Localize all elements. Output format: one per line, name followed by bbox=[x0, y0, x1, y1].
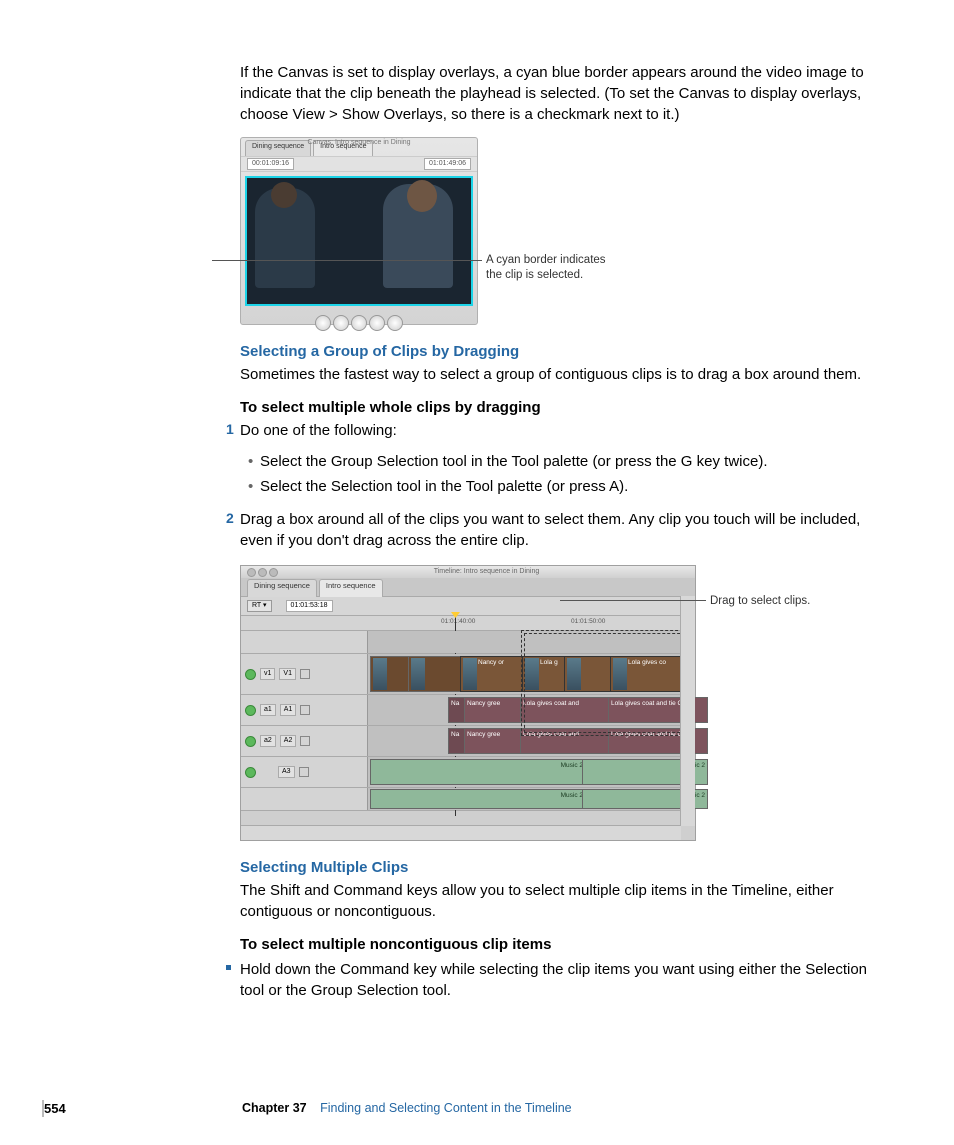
track-a2: a2A2 Na Nancy gree Lola gives coat and L… bbox=[241, 726, 695, 757]
timeline-tab-1: Dining sequence bbox=[247, 579, 317, 597]
chapter-title: Finding and Selecting Content in the Tim… bbox=[320, 1101, 572, 1115]
intro-paragraph: If the Canvas is set to display overlays… bbox=[240, 62, 894, 125]
track-v1: v1V1 Nancy or Lola g Lola gives co bbox=[241, 654, 695, 695]
timeline-tab-2: Intro sequence bbox=[319, 579, 383, 597]
canvas-callout: A cyan border indicatesthe clip is selec… bbox=[486, 253, 606, 283]
track-a1: a1A1 Na Nancy gree Lola gives coat and L… bbox=[241, 695, 695, 726]
step-number: 2 bbox=[226, 509, 234, 529]
page-footer: 554 Chapter 37 Finding and Selecting Con… bbox=[42, 1100, 894, 1118]
step-2: 2 Drag a box around all of the clips you… bbox=[240, 509, 894, 551]
timecode-left: 00:01:09:16 bbox=[247, 158, 294, 170]
heading-to-select-dragging: To select multiple whole clips by draggi… bbox=[240, 397, 894, 418]
heading-selecting-group: Selecting a Group of Clips by Dragging bbox=[240, 341, 894, 362]
step-number: 1 bbox=[226, 420, 234, 440]
canvas-screenshot: Canvas: Intro sequence in Dining Dining … bbox=[240, 137, 894, 323]
bullet-selection-tool: Select the Selection tool in the Tool pa… bbox=[260, 476, 894, 497]
heading-selecting-multiple: Selecting Multiple Clips bbox=[240, 857, 894, 878]
step-1: 1 Do one of the following: bbox=[240, 420, 894, 441]
timeline-screenshot: Timeline: Intro sequence in Dining Dinin… bbox=[240, 565, 894, 839]
canvas-title: Canvas: Intro sequence in Dining bbox=[241, 138, 477, 148]
chapter-number: Chapter 37 bbox=[242, 1101, 307, 1115]
track-a3: A3 Music 2 Music 2 bbox=[241, 757, 695, 788]
timecode-right: 01:01:49:06 bbox=[424, 158, 471, 170]
page-number: 554 bbox=[44, 1100, 66, 1118]
heading-noncontiguous: To select multiple noncontiguous clip it… bbox=[240, 934, 894, 955]
horizontal-scrollbar bbox=[241, 825, 681, 840]
bullet-command-key: Hold down the Command key while selectin… bbox=[240, 959, 894, 1001]
rt-button: RT ▾ bbox=[247, 600, 272, 612]
transport-controls bbox=[241, 310, 477, 336]
timeline-callout: Drag to select clips. bbox=[710, 593, 810, 609]
timeline-title: Timeline: Intro sequence in Dining bbox=[434, 567, 540, 577]
video-preview bbox=[245, 176, 473, 306]
para-group-intro: Sometimes the fastest way to select a gr… bbox=[240, 364, 894, 385]
ruler: 01:01:40:00 01:01:50:00 bbox=[241, 616, 695, 631]
vertical-scrollbar bbox=[680, 596, 695, 826]
para-multiple-intro: The Shift and Command keys allow you to … bbox=[240, 880, 894, 922]
bullet-group-selection: Select the Group Selection tool in the T… bbox=[260, 451, 894, 472]
timeline-timecode: 01:01:53:18 bbox=[286, 600, 333, 612]
